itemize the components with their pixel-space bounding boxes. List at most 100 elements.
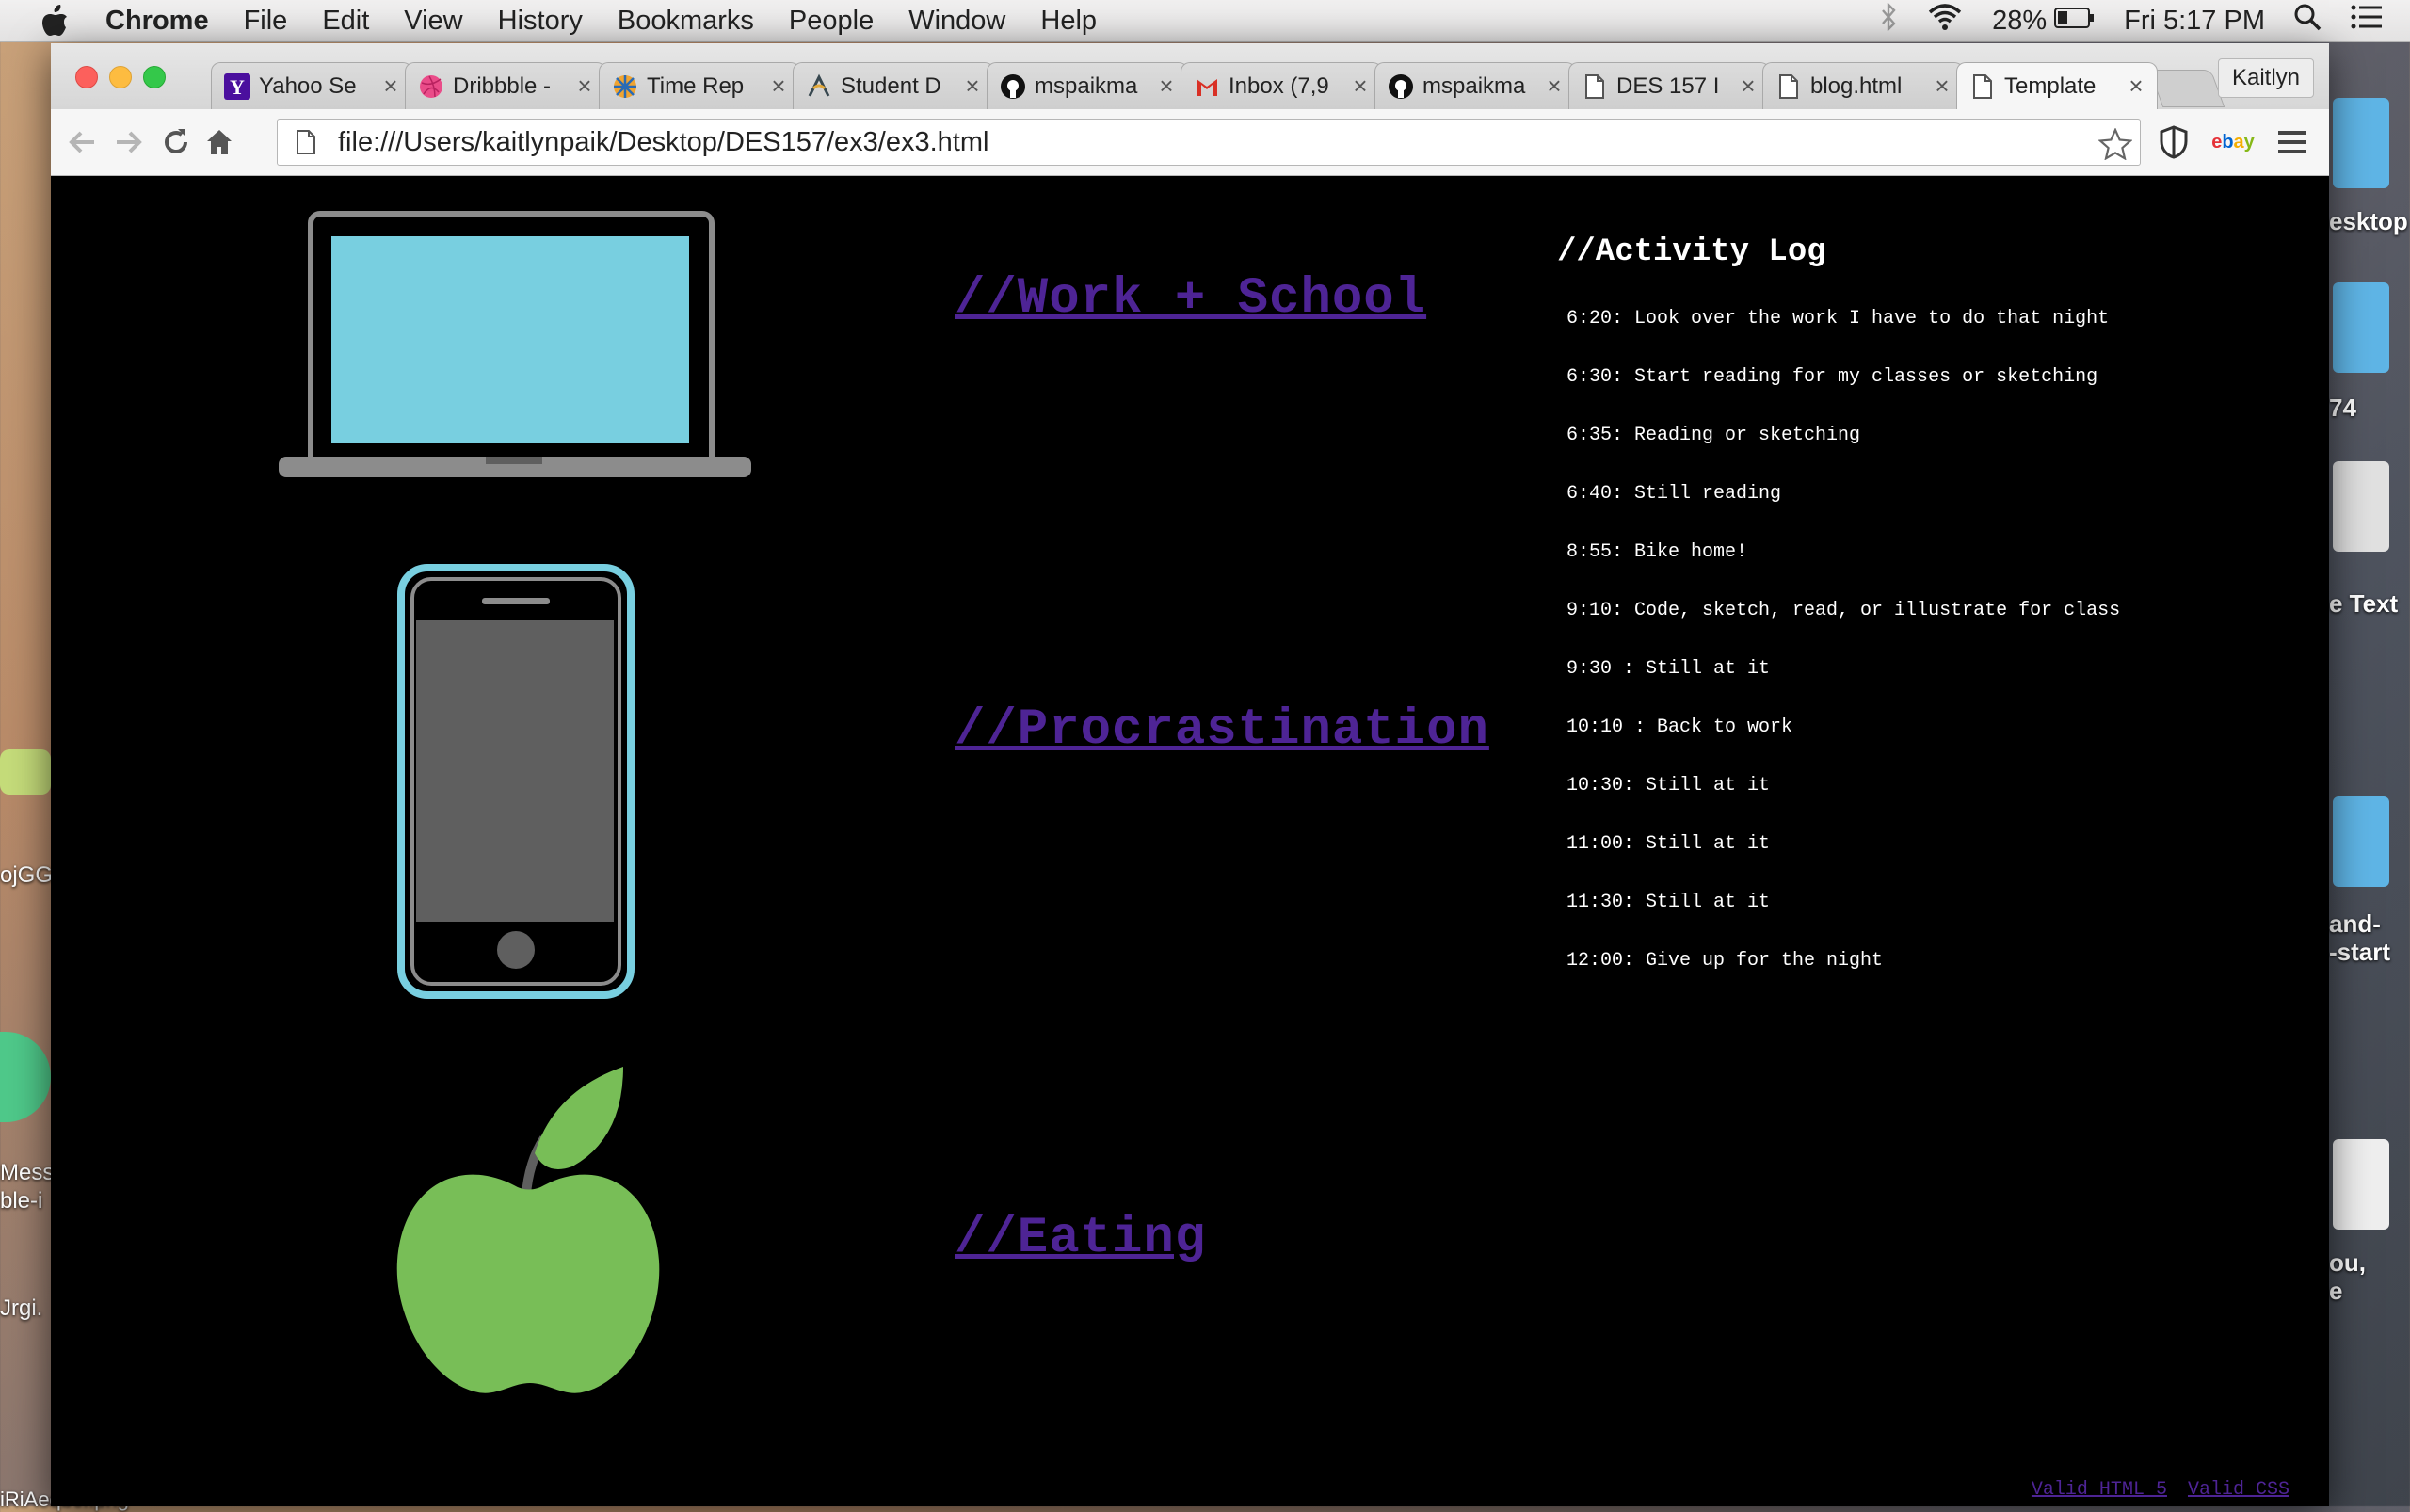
menu-edit[interactable]: Edit	[322, 6, 369, 37]
tab-title: Dribbble -	[453, 72, 552, 99]
close-tab-icon[interactable]: ×	[2123, 72, 2149, 101]
battery-icon[interactable]	[2054, 6, 2096, 37]
log-entry: 11:30: Still at it	[1566, 892, 1771, 913]
tab-title: DES 157 I	[1616, 72, 1720, 99]
close-tab-icon[interactable]: ×	[959, 72, 986, 101]
desktop-file-icon[interactable]	[2333, 1139, 2389, 1230]
close-tab-icon[interactable]: ×	[1153, 72, 1180, 101]
minimize-window-button[interactable]	[109, 66, 132, 88]
activity-log-list: 6:20: Look over the work I have to do th…	[1566, 308, 2120, 1008]
apple-fruit-icon	[396, 1067, 660, 1393]
desktop-label[interactable]: e Text	[2329, 589, 2398, 619]
tab-yahoo[interactable]: Y Yahoo Se ×	[211, 62, 412, 109]
desktop-drive-icon[interactable]	[2333, 461, 2389, 552]
desktop-label[interactable]: esktop	[2329, 207, 2408, 236]
chrome-menu-icon[interactable]	[2271, 121, 2314, 164]
menu-file[interactable]: File	[244, 6, 288, 37]
menu-window[interactable]: Window	[908, 6, 1005, 37]
clock[interactable]: Fri 5:17 PM	[2124, 6, 2265, 37]
bookmark-star-icon[interactable]	[2097, 125, 2134, 163]
tab-github-1[interactable]: mspaikma ×	[987, 62, 1188, 109]
student-icon	[805, 72, 833, 101]
menu-people[interactable]: People	[789, 6, 874, 37]
desktop-label[interactable]: ou,	[2329, 1248, 2366, 1278]
spotlight-search-icon[interactable]	[2293, 3, 2322, 39]
phone-icon	[397, 564, 635, 999]
tab-title: Inbox (7,9	[1229, 72, 1329, 99]
tab-inbox[interactable]: Inbox (7,9 ×	[1181, 62, 1382, 109]
home-button[interactable]	[198, 121, 241, 164]
desktop-label[interactable]: and-	[2329, 909, 2381, 939]
desktop-label[interactable]: ojGG	[0, 862, 53, 889]
forward-button[interactable]	[107, 121, 151, 164]
tab-student[interactable]: Student D ×	[793, 62, 994, 109]
notification-center-icon[interactable]	[2350, 4, 2382, 38]
close-tab-icon[interactable]: ×	[1347, 72, 1374, 101]
log-entry: 8:55: Bike home!	[1566, 541, 1748, 563]
reload-button[interactable]	[154, 121, 198, 164]
profile-button[interactable]: Kaitlyn	[2218, 58, 2314, 98]
close-tab-icon[interactable]: ×	[571, 72, 598, 101]
desktop-label[interactable]: Mess	[0, 1160, 54, 1186]
menu-bookmarks[interactable]: Bookmarks	[618, 6, 754, 37]
new-tab-button[interactable]	[2148, 70, 2225, 107]
address-bar[interactable]: file:///Users/kaitlynpaik/Desktop/DES157…	[277, 119, 2141, 166]
ebay-extension-icon[interactable]: ebay	[2205, 121, 2261, 164]
desktop-folder-icon[interactable]	[2333, 98, 2389, 188]
apple-icon[interactable]	[34, 0, 77, 41]
page-icon	[287, 123, 325, 161]
browser-window: Y Yahoo Se × Dribbble - × Time Rep × Stu…	[51, 43, 2329, 1506]
close-tab-icon[interactable]: ×	[1735, 72, 1761, 101]
messages-app-icon[interactable]	[0, 1032, 51, 1122]
tab-title: Yahoo Se	[259, 72, 357, 99]
validation-footer: Valid HTML 5 Valid CSS	[2022, 1479, 2290, 1501]
yahoo-icon: Y	[223, 72, 251, 101]
log-entry: 9:10: Code, sketch, read, or illustrate …	[1566, 600, 2121, 621]
extension-shield-icon[interactable]	[2152, 121, 2195, 164]
desktop-label[interactable]: ble-i	[0, 1188, 42, 1214]
log-entry: 9:30 : Still at it	[1566, 658, 1771, 680]
tab-template[interactable]: Template ×	[1956, 62, 2158, 109]
tab-time-report[interactable]: Time Rep ×	[599, 62, 800, 109]
tab-github-2[interactable]: mspaikma ×	[1374, 62, 1576, 109]
page-icon	[1775, 72, 1803, 101]
log-entry: 6:30: Start reading for my classes or sk…	[1566, 366, 2098, 388]
zoom-window-button[interactable]	[143, 66, 166, 88]
toolbar: file:///Users/kaitlynpaik/Desktop/DES157…	[51, 109, 2329, 176]
menu-help[interactable]: Help	[1040, 6, 1097, 37]
procrastination-link[interactable]: //Procrastination	[955, 701, 1489, 759]
work-school-link[interactable]: //Work + School	[955, 270, 1426, 328]
valid-html-link[interactable]: Valid HTML 5	[2032, 1479, 2167, 1501]
desktop-label[interactable]: Jrgi.	[0, 1295, 42, 1322]
tab-title: Time Rep	[647, 72, 745, 99]
close-window-button[interactable]	[75, 66, 98, 88]
log-entry: 6:40: Still reading	[1566, 483, 1782, 505]
wifi-icon[interactable]	[1926, 3, 1964, 39]
tab-des157[interactable]: DES 157 I ×	[1568, 62, 1770, 109]
close-tab-icon[interactable]: ×	[1929, 72, 1955, 101]
eating-link[interactable]: //Eating	[955, 1210, 1206, 1267]
desktop-label[interactable]: 74	[2329, 394, 2356, 423]
bluetooth-icon[interactable]	[1879, 2, 1898, 39]
menu-history[interactable]: History	[498, 6, 583, 37]
page-icon	[1968, 72, 1997, 101]
menu-view[interactable]: View	[404, 6, 462, 37]
laptop-icon	[279, 211, 751, 477]
svg-text:Y: Y	[230, 75, 245, 99]
valid-css-link[interactable]: Valid CSS	[2188, 1479, 2290, 1501]
menu-app-chrome[interactable]: Chrome	[105, 6, 209, 37]
close-tab-icon[interactable]: ×	[378, 72, 404, 101]
desktop-folder-icon[interactable]	[2333, 796, 2389, 887]
desktop-file-icon[interactable]	[0, 749, 51, 795]
tab-blog[interactable]: blog.html ×	[1762, 62, 1964, 109]
desktop-label[interactable]: -start	[2329, 938, 2390, 967]
close-tab-icon[interactable]: ×	[1541, 72, 1567, 101]
desktop-folder-icon[interactable]	[2333, 282, 2389, 373]
close-tab-icon[interactable]: ×	[765, 72, 792, 101]
tab-title: mspaikma	[1035, 72, 1138, 99]
tab-dribbble[interactable]: Dribbble - ×	[405, 62, 606, 109]
address-url[interactable]: file:///Users/kaitlynpaik/Desktop/DES157…	[338, 127, 988, 158]
tab-title: Template	[2004, 72, 2097, 99]
desktop-label[interactable]: e	[2329, 1277, 2342, 1306]
back-button[interactable]	[60, 121, 104, 164]
